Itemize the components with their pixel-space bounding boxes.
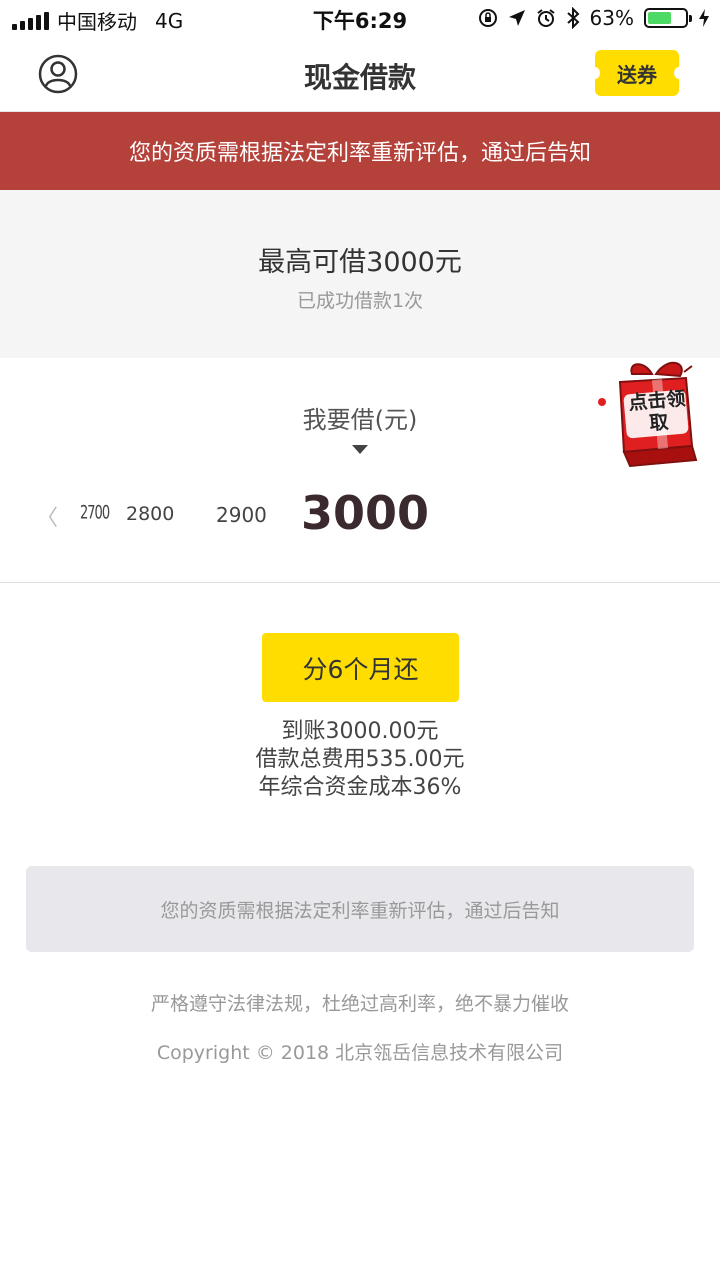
copyright: Copyright © 2018 北京瓴岳信息技术有限公司 (156, 1042, 564, 1064)
amount-option-2700[interactable]: 2700 (80, 503, 110, 524)
gift-badge-label: 点击领取 (627, 387, 687, 435)
selector-indicator-icon (352, 445, 368, 454)
gift-box-icon[interactable]: 点击领取 (592, 352, 708, 472)
status-right: 63% (478, 6, 710, 30)
section-divider (0, 582, 720, 583)
location-icon (508, 10, 525, 26)
selected-amount[interactable]: 3000 (301, 486, 429, 540)
nav-bar: 现金借款 送券 (0, 36, 720, 112)
total-fee: 借款总费用535.00元 (255, 747, 465, 772)
repayment-term-button[interactable]: 分6个月还 (262, 633, 459, 702)
coupon-button[interactable]: 送券 (590, 50, 684, 96)
loan-info-section: 最高可借3000元 已成功借款1次 (0, 190, 720, 358)
bluetooth-icon (566, 7, 579, 29)
compliance-statement: 严格遵守法律法规，杜绝过高利率，绝不暴力催收 (150, 993, 569, 1015)
max-loan-amount: 最高可借3000元 (258, 247, 462, 278)
battery-fill (648, 12, 671, 24)
annual-cost-rate: 年综合资金成本36% (258, 775, 462, 800)
alert-banner: 您的资质需根据法定利率重新评估，通过后告知 (0, 112, 720, 190)
battery-percent: 63% (589, 6, 634, 30)
loan-details: 到账3000.00元 借款总费用535.00元 年综合资金成本36% (0, 718, 720, 802)
amount-option-2900[interactable]: 2900 (216, 503, 267, 527)
notice-box: 您的资质需根据法定利率重新评估，通过后告知 (26, 866, 694, 952)
loan-history: 已成功借款1次 (296, 290, 424, 312)
alarm-icon (536, 9, 555, 27)
scroll-left-icon[interactable]: 〈 (36, 500, 58, 532)
charging-icon (699, 9, 709, 27)
received-amount: 到账3000.00元 (281, 719, 439, 744)
status-bar: 中国移动 4G 下午6:29 63% (0, 0, 720, 36)
battery-icon (644, 8, 692, 28)
rotation-lock-icon (478, 9, 497, 27)
amount-option-2800[interactable]: 2800 (126, 503, 174, 525)
